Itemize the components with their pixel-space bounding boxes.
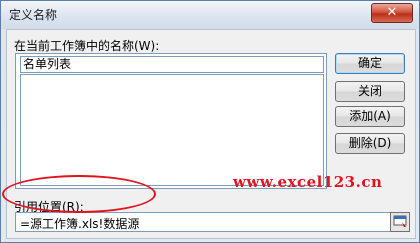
close-button[interactable]: 关闭: [335, 81, 405, 102]
collapse-dialog-button[interactable]: [390, 212, 410, 232]
titlebar: 定义名称 ✕: [1, 1, 419, 29]
names-list[interactable]: [20, 74, 324, 186]
dialog-body: 在当前工作簿中的名称(W): 名单列表 确定 关闭 添加(A) 删除(D) 引用…: [6, 29, 416, 239]
ok-button[interactable]: 确定: [335, 53, 405, 74]
dialog-title: 定义名称: [9, 8, 58, 22]
delete-button[interactable]: 删除(D): [335, 133, 405, 154]
watermark-text: www.excel123.cn: [233, 173, 383, 191]
names-panel: 名单列表: [15, 53, 327, 189]
refers-to-input[interactable]: =源工作簿.xls!数据源: [15, 212, 395, 232]
add-button[interactable]: 添加(A): [335, 106, 405, 127]
close-window-button[interactable]: ✕: [371, 3, 413, 23]
name-input[interactable]: 名单列表: [20, 56, 324, 73]
refers-to-value: =源工作簿.xls!数据源: [20, 217, 140, 231]
collapse-dialog-icon: [393, 215, 407, 227]
define-name-dialog: 定义名称 ✕ 在当前工作簿中的名称(W): 名单列表 确定 关闭 添加(A) 删…: [0, 0, 420, 243]
names-label: 在当前工作簿中的名称(W):: [14, 39, 160, 53]
